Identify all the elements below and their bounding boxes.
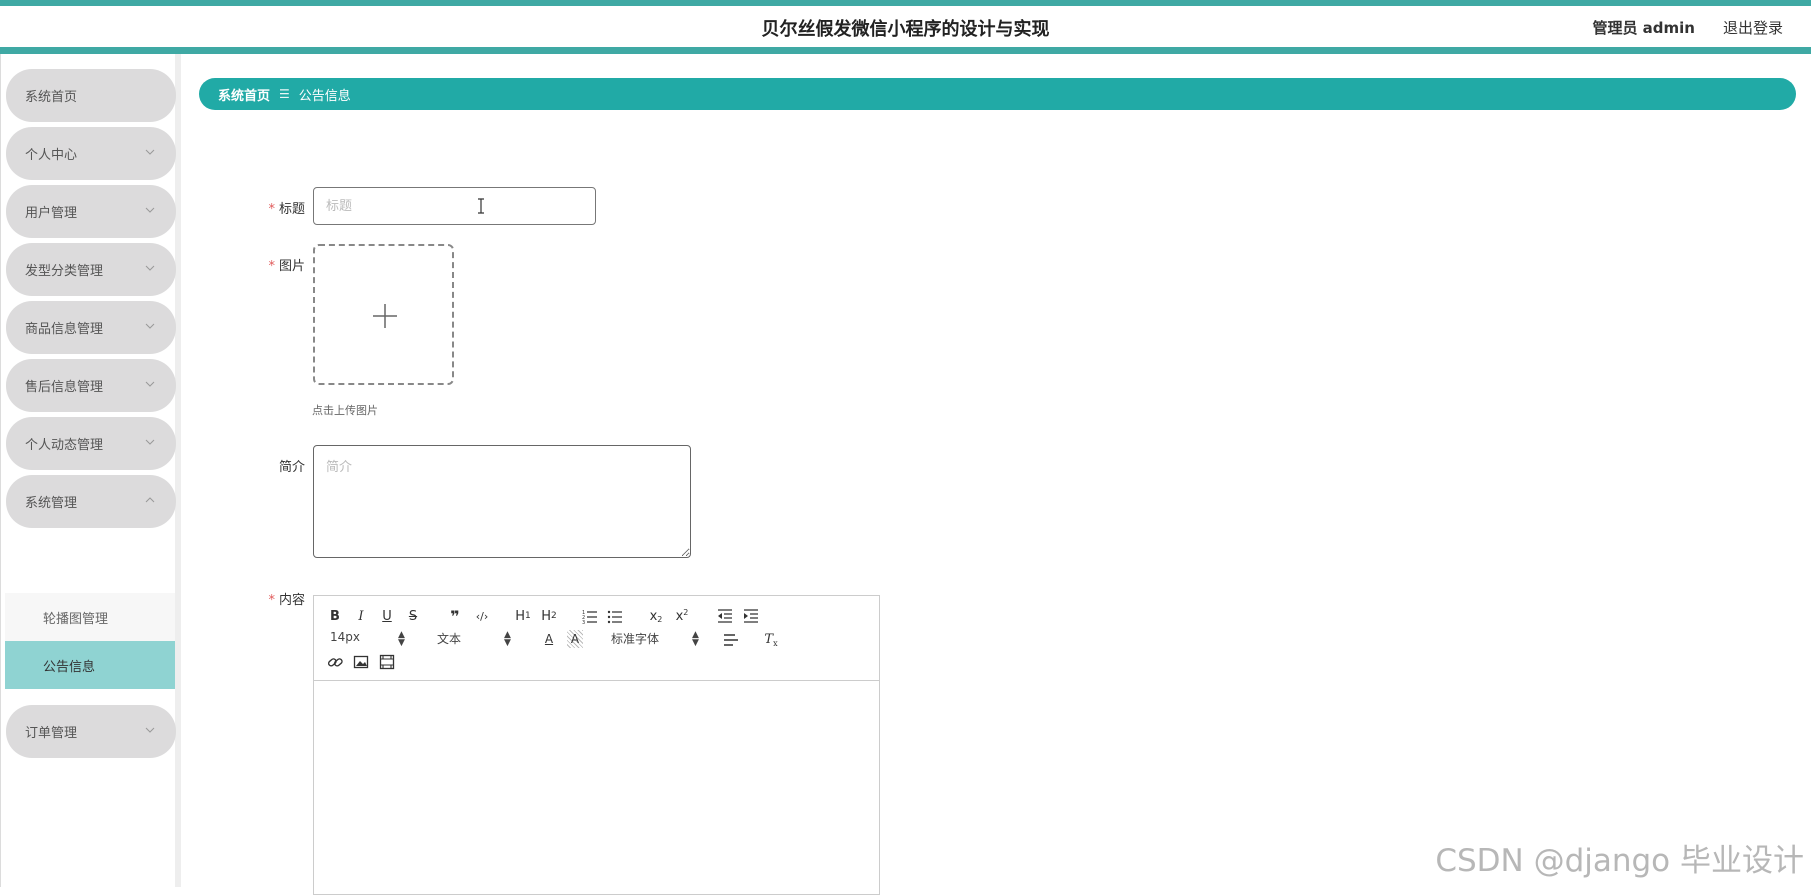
breadcrumb-home[interactable]: 系统首页 (218, 85, 270, 104)
updown-icon: ▲ ▼ (504, 630, 511, 648)
logout-button[interactable]: 退出登录 (1723, 17, 1783, 38)
chevron-down-icon (145, 149, 155, 155)
image-label: * 图片 (245, 255, 305, 274)
required-mark: * (268, 202, 275, 217)
sidebar-item-label: 系统首页 (25, 90, 78, 105)
h1-icon[interactable]: H1 (513, 607, 533, 625)
sidebar-item-label: 个人动态管理 (25, 438, 104, 453)
title-label-text: 标题 (278, 202, 305, 217)
sidebar: 系统首页 个人中心 用户管理 发型分类管理 商品信息管理 售后信息管理 个人动态… (0, 54, 181, 887)
header: 贝尔丝假发微信小程序的设计与实现 管理员 admin 退出登录 (0, 6, 1811, 47)
watermark: CSDN @django 毕业设计 (1435, 843, 1804, 879)
superscript-icon[interactable]: x2 (673, 607, 691, 625)
font-family-picker[interactable]: 标准字体 ▲ ▼ (611, 630, 703, 648)
sidebar-item-personal-center[interactable]: 个人中心 (6, 127, 176, 180)
chevron-down-icon (145, 323, 155, 329)
sidebar-subitem-announcement[interactable]: 公告信息 (5, 641, 175, 689)
editor-content-area[interactable] (314, 682, 879, 894)
h2-icon[interactable]: H2 (539, 607, 559, 625)
required-mark: * (268, 259, 275, 274)
image-label-text: 图片 (278, 259, 305, 274)
underline-icon[interactable]: U (379, 607, 395, 625)
sidebar-item-label: 用户管理 (25, 206, 78, 221)
sidebar-item-hairstyle-category[interactable]: 发型分类管理 (6, 243, 176, 296)
plus-icon (373, 304, 397, 328)
sidebar-item-label: 商品信息管理 (25, 322, 104, 337)
chevron-down-icon (145, 265, 155, 271)
strike-icon[interactable]: S (405, 607, 421, 625)
header-bottom-line (0, 47, 1811, 54)
indent-icon[interactable] (743, 607, 759, 625)
updown-icon: ▲ ▼ (398, 630, 405, 648)
sidebar-item-user-management[interactable]: 用户管理 (6, 185, 176, 238)
sidebar-subitem-label: 公告信息 (43, 659, 96, 675)
rich-text-editor: B I U S ❞ ‹/› H1 H2 1 2 3 x2 x2 14px ▲ ▼… (313, 595, 880, 895)
background-color-icon[interactable]: A (567, 630, 583, 648)
chevron-down-icon (145, 207, 155, 213)
breadcrumb-current: 公告信息 (298, 88, 351, 104)
sidebar-subitem-label: 轮播图管理 (43, 611, 109, 627)
font-size-picker[interactable]: 14px ▲ ▼ (330, 630, 410, 648)
editor-toolbar: B I U S ❞ ‹/› H1 H2 1 2 3 x2 x2 14px ▲ ▼… (314, 596, 879, 681)
current-user: 管理员 admin (1592, 19, 1695, 37)
sidebar-item-label: 发型分类管理 (25, 264, 104, 279)
ordered-list-icon[interactable]: 1 2 3 (582, 607, 598, 625)
image-icon[interactable] (353, 653, 369, 671)
sidebar-item-label: 个人中心 (25, 148, 78, 163)
clear-format-icon[interactable]: Tx (763, 630, 779, 648)
title-input[interactable] (313, 187, 596, 225)
chevron-down-icon (145, 381, 155, 387)
bold-icon[interactable]: B (327, 607, 343, 625)
sidebar-item-personal-moments[interactable]: 个人动态管理 (6, 417, 176, 470)
sidebar-item-order-management[interactable]: 订单管理 (6, 705, 176, 758)
sidebar-subitem-carousel[interactable]: 轮播图管理 (5, 593, 175, 641)
font-color-icon[interactable]: A (541, 630, 557, 648)
content-label-text: 内容 (278, 593, 305, 608)
updown-icon: ▲ ▼ (692, 630, 699, 648)
chevron-up-icon (145, 497, 155, 503)
app-title: 贝尔丝假发微信小程序的设计与实现 (761, 19, 1050, 40)
system-submenu: 轮播图管理 公告信息 (5, 593, 175, 689)
chevron-down-icon (145, 727, 155, 733)
chevron-down-icon (145, 439, 155, 445)
header-picker[interactable]: 文本 ▲ ▼ (437, 630, 517, 648)
video-icon[interactable] (379, 653, 395, 671)
outdent-icon[interactable] (717, 607, 733, 625)
breadcrumb: 系统首页 ☰ 公告信息 (199, 78, 1796, 110)
sidebar-item-label: 系统管理 (25, 496, 78, 511)
header-picker-value: 文本 (437, 632, 462, 646)
sidebar-item-after-sales[interactable]: 售后信息管理 (6, 359, 176, 412)
intro-textarea[interactable] (313, 445, 691, 558)
blockquote-icon[interactable]: ❞ (447, 607, 463, 626)
upload-hint: 点击上传图片 (312, 404, 378, 417)
sidebar-item-product-info[interactable]: 商品信息管理 (6, 301, 176, 354)
subscript-icon[interactable]: x2 (647, 607, 665, 625)
content-label: * 内容 (245, 589, 305, 608)
image-upload-box[interactable] (313, 244, 454, 385)
link-icon[interactable] (327, 653, 343, 671)
align-icon[interactable] (723, 631, 739, 649)
code-icon[interactable]: ‹/› (473, 607, 491, 625)
intro-label-text: 简介 (278, 460, 305, 475)
menu-icon: ☰ (279, 87, 290, 101)
font-family-value: 标准字体 (611, 632, 660, 646)
sidebar-item-label: 订单管理 (25, 726, 78, 741)
sidebar-item-system-management[interactable]: 系统管理 (6, 475, 176, 528)
required-mark: * (268, 593, 275, 608)
intro-label: 简介 (245, 456, 305, 475)
svg-text:3: 3 (582, 620, 585, 625)
sidebar-item-home[interactable]: 系统首页 (6, 69, 176, 122)
font-size-value: 14px (330, 630, 360, 644)
text-cursor-icon (478, 198, 484, 214)
title-label: * 标题 (245, 198, 305, 217)
bullet-list-icon[interactable] (607, 607, 623, 625)
italic-icon[interactable]: I (353, 607, 369, 625)
sidebar-item-label: 售后信息管理 (25, 380, 104, 395)
